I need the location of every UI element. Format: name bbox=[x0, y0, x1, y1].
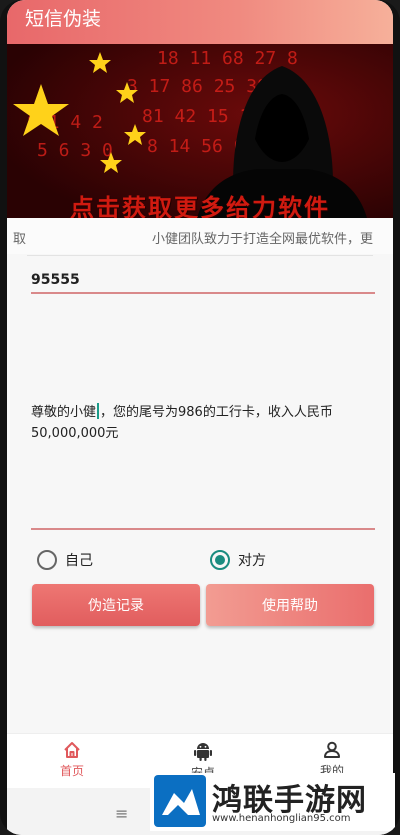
app-screen: 短信伪装 18 11 68 27 8 3 17 86 25 38 8 81 42… bbox=[7, 0, 393, 835]
radio-self[interactable]: 自己 bbox=[37, 550, 93, 570]
radio-other-label: 对方 bbox=[238, 553, 266, 569]
svg-text:5 6 3 0: 5 6 3 0 bbox=[37, 140, 113, 161]
app-title: 短信伪装 bbox=[25, 8, 102, 30]
number-underline bbox=[31, 292, 375, 294]
banner-caption: 点击获取更多给力软件 bbox=[70, 193, 330, 218]
svg-text:18 11 68 27 8: 18 11 68 27 8 bbox=[157, 48, 298, 69]
divider bbox=[27, 255, 373, 256]
promo-banner[interactable]: 18 11 68 27 8 3 17 86 25 38 8 81 42 15 1… bbox=[7, 44, 393, 218]
radio-checked-icon bbox=[210, 550, 230, 570]
marquee-text: 小健团队致力于打造全网最优软件，更 bbox=[152, 232, 374, 247]
text-caret bbox=[97, 403, 100, 419]
app-bar: 短信伪装 bbox=[7, 0, 393, 44]
tab-home-label: 首页 bbox=[59, 764, 84, 778]
menu-icon[interactable]: ≡ bbox=[115, 804, 128, 823]
user-icon bbox=[324, 741, 340, 758]
marquee-notice: 取 小健团队致力于打造全网最优软件，更 bbox=[7, 218, 393, 254]
sender-number-input[interactable]: 95555 bbox=[31, 272, 375, 294]
watermark-logo bbox=[154, 775, 206, 827]
help-button[interactable]: 使用帮助 bbox=[206, 584, 374, 626]
phone-frame: 短信伪装 18 11 68 27 8 3 17 86 25 38 8 81 42… bbox=[0, 0, 400, 835]
radio-self-label: 自己 bbox=[65, 553, 93, 569]
tab-home[interactable]: 首页 bbox=[22, 740, 122, 779]
radio-other[interactable]: 对方 bbox=[210, 550, 266, 570]
site-watermark: 鸿联手游网 www.henanhonglian95.com bbox=[150, 773, 395, 831]
message-text-before: 尊敬的小健 bbox=[31, 405, 97, 420]
message-underline bbox=[31, 528, 375, 530]
marquee-fragment: 取 bbox=[13, 232, 27, 247]
android-icon bbox=[194, 743, 212, 761]
radio-unchecked-icon bbox=[37, 550, 57, 570]
message-content-input[interactable]: 尊敬的小健 ，您的尾号为986的工行卡，收入人民币50,000,000元 bbox=[31, 402, 371, 444]
watermark-url: www.henanhonglian95.com bbox=[212, 813, 351, 824]
home-icon bbox=[64, 742, 80, 758]
fake-records-button[interactable]: 伪造记录 bbox=[32, 584, 200, 626]
